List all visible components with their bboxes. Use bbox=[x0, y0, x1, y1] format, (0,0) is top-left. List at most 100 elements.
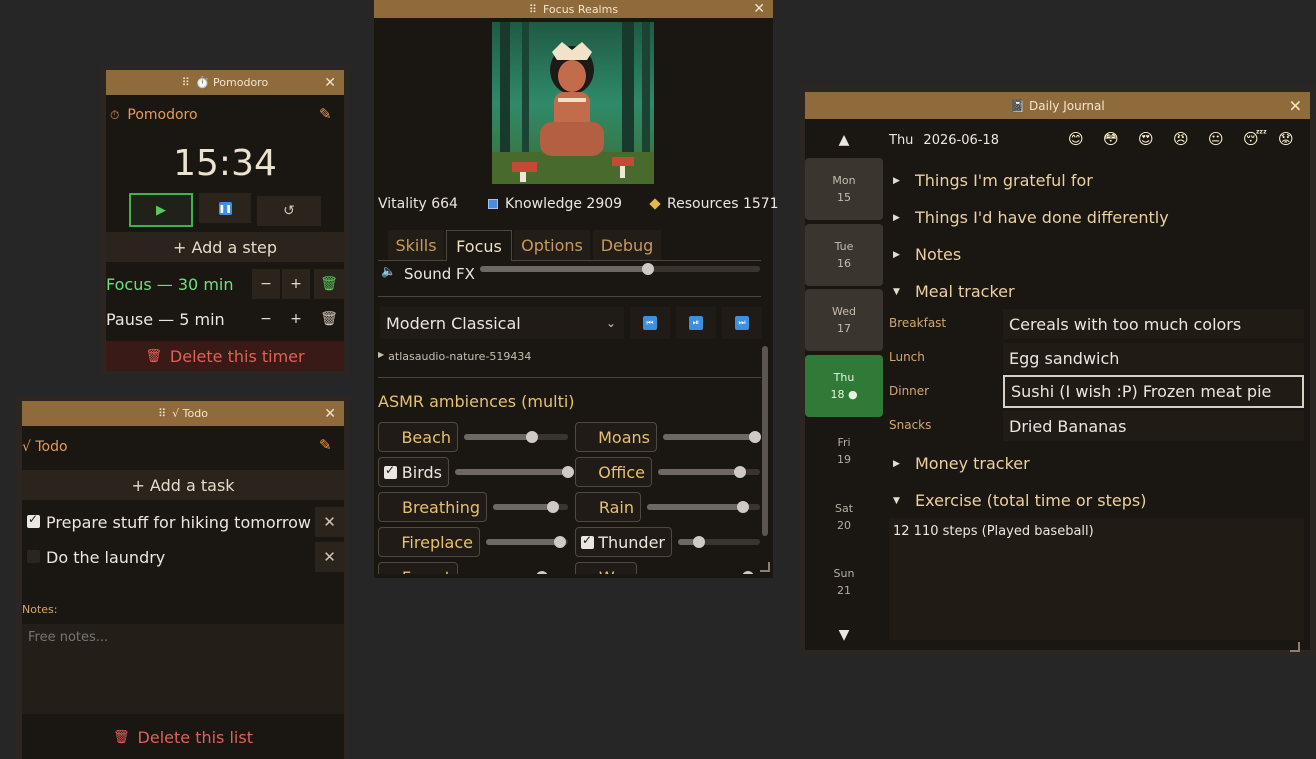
meal-input-breakfast[interactable]: Cereals with too much colors bbox=[1003, 309, 1304, 339]
ambience-slider[interactable] bbox=[658, 466, 760, 478]
todo-titlebar[interactable]: ⠿ √ Todo ✕ bbox=[22, 401, 344, 426]
resize-handle-icon[interactable] bbox=[1290, 642, 1300, 652]
day-button-tue[interactable]: Tue 16 bbox=[805, 223, 883, 286]
drag-grip-icon[interactable]: ⠿ bbox=[182, 76, 190, 89]
remove-task-button[interactable]: ✕ bbox=[315, 507, 344, 537]
slider-knob[interactable] bbox=[742, 571, 755, 574]
day-button-sat[interactable]: Sat 20 bbox=[805, 486, 883, 548]
pomodoro-titlebar[interactable]: ⠿ ⏱️ Pomodoro ✕ bbox=[106, 70, 344, 95]
music-select[interactable]: Modern Classical ⌄ bbox=[380, 307, 624, 339]
ambience-slider[interactable] bbox=[486, 536, 568, 548]
scroll-days-up-button[interactable]: ▲ bbox=[805, 125, 883, 155]
ambience-slider[interactable] bbox=[493, 501, 568, 513]
sound-fx-slider[interactable] bbox=[480, 263, 760, 275]
day-button-thu[interactable]: Thu 18 ● bbox=[805, 354, 883, 417]
drag-grip-icon[interactable]: ⠿ bbox=[158, 407, 166, 420]
ambience-slider[interactable] bbox=[647, 501, 760, 513]
play-pause-button[interactable]: ⏯ bbox=[676, 307, 716, 339]
slider-knob[interactable] bbox=[692, 536, 705, 548]
journal-titlebar[interactable]: 📓 Daily Journal ✕ bbox=[805, 92, 1310, 119]
section-meal[interactable]: ▼ Meal tracker bbox=[893, 282, 1015, 301]
pause-step-delete-button[interactable]: 🗑 bbox=[314, 304, 344, 334]
close-icon[interactable]: ✕ bbox=[1289, 96, 1302, 115]
ambience-checkbox[interactable] bbox=[581, 431, 594, 444]
ambience-slider[interactable] bbox=[663, 431, 762, 443]
tab-options[interactable]: Options bbox=[514, 230, 590, 260]
close-icon[interactable]: ✕ bbox=[753, 1, 765, 17]
delete-timer-button[interactable]: 🗑 Delete this timer bbox=[106, 341, 344, 371]
tab-debug[interactable]: Debug bbox=[593, 230, 661, 260]
close-icon[interactable]: ✕ bbox=[324, 406, 336, 422]
pause-step-plus-button[interactable]: + bbox=[282, 304, 310, 334]
ambience-checkbox[interactable] bbox=[384, 571, 397, 574]
play-button[interactable]: ▶ bbox=[129, 193, 193, 227]
tab-skills[interactable]: Skills bbox=[388, 230, 444, 260]
meal-input-dinner[interactable]: Sushi (I wish :P) Frozen meat pie bbox=[1003, 375, 1304, 408]
ambience-slider[interactable] bbox=[455, 466, 574, 478]
ambience-checkbox[interactable] bbox=[581, 501, 594, 514]
slider-knob[interactable] bbox=[562, 466, 574, 478]
ambience-checkbox[interactable] bbox=[384, 501, 397, 514]
delete-list-button[interactable]: 🗑 Delete this list bbox=[22, 722, 344, 752]
ambience-checkbox[interactable] bbox=[384, 536, 397, 549]
mood-icon[interactable]: 😊 bbox=[1068, 130, 1084, 148]
mood-icon[interactable]: 😐 bbox=[1208, 130, 1224, 148]
slider-knob[interactable] bbox=[642, 263, 654, 275]
previous-track-button[interactable]: ⏮ bbox=[630, 307, 670, 339]
task-checkbox[interactable] bbox=[27, 550, 40, 563]
meal-input-snacks[interactable]: Dried Bananas bbox=[1003, 411, 1304, 441]
ambience-slider[interactable] bbox=[678, 536, 760, 548]
day-button-wed[interactable]: Wed 17 bbox=[805, 289, 883, 351]
ambience-checkbox[interactable] bbox=[384, 431, 397, 444]
ambience-checkbox[interactable] bbox=[581, 533, 594, 549]
section-money[interactable]: ▶ Money tracker bbox=[893, 454, 1030, 473]
remove-task-button[interactable]: ✕ bbox=[315, 542, 344, 572]
edit-pencil-icon[interactable]: ✎ bbox=[319, 105, 332, 123]
slider-knob[interactable] bbox=[536, 571, 548, 574]
pause-button[interactable]: ❚❚ bbox=[199, 193, 251, 223]
ambience-checkbox[interactable] bbox=[581, 466, 594, 479]
section-grateful[interactable]: ▶ Things I'm grateful for bbox=[893, 171, 1093, 190]
mood-icon[interactable]: 😟 bbox=[1278, 130, 1294, 148]
notes-textarea[interactable] bbox=[22, 624, 344, 714]
track-expander[interactable]: ▶ atlasaudio-nature-519434 bbox=[378, 350, 531, 363]
next-track-button[interactable]: ⏭ bbox=[722, 307, 762, 339]
pause-step-minus-button[interactable]: − bbox=[252, 304, 280, 334]
mood-icon[interactable]: 😳 bbox=[1103, 130, 1119, 148]
slider-knob[interactable] bbox=[749, 431, 762, 443]
focus-step-delete-button[interactable]: 🗑 bbox=[314, 269, 344, 299]
focus-step-minus-button[interactable]: − bbox=[252, 269, 280, 299]
section-notes[interactable]: ▶ Notes bbox=[893, 245, 961, 264]
drag-grip-icon[interactable]: ⠿ bbox=[529, 3, 537, 16]
day-button-sun[interactable]: Sun 21 bbox=[805, 551, 883, 613]
close-icon[interactable]: ✕ bbox=[324, 75, 336, 91]
scroll-days-down-button[interactable]: ▼ bbox=[805, 620, 883, 650]
slider-knob[interactable] bbox=[553, 536, 566, 548]
tab-focus[interactable]: Focus bbox=[446, 230, 512, 261]
focus-step-plus-button[interactable]: + bbox=[282, 269, 310, 299]
slider-knob[interactable] bbox=[525, 431, 538, 443]
section-differently[interactable]: ▶ Things I'd have done differently bbox=[893, 208, 1169, 227]
ambience-checkbox[interactable] bbox=[384, 463, 397, 479]
section-exercise[interactable]: ▼ Exercise (total time or steps) bbox=[893, 491, 1146, 510]
reset-button[interactable]: ↺ bbox=[257, 196, 321, 226]
scrollbar-thumb[interactable] bbox=[762, 346, 768, 536]
focus-realms-titlebar[interactable]: ⠿ Focus Realms ✕ bbox=[374, 0, 773, 18]
resize-handle-icon[interactable] bbox=[760, 562, 770, 572]
meal-input-lunch[interactable]: Egg sandwich bbox=[1003, 343, 1304, 373]
mood-icon[interactable]: 😠 bbox=[1173, 130, 1189, 148]
slider-knob[interactable] bbox=[733, 466, 746, 478]
mood-icon[interactable]: 😴 bbox=[1243, 130, 1267, 148]
day-button-fri[interactable]: Fri 19 bbox=[805, 420, 883, 482]
slider-knob[interactable] bbox=[737, 501, 750, 513]
add-task-button[interactable]: + Add a task bbox=[22, 470, 344, 500]
task-checkbox[interactable] bbox=[27, 512, 40, 528]
mood-icon[interactable]: 😍 bbox=[1138, 130, 1154, 148]
ambience-checkbox[interactable] bbox=[581, 571, 594, 574]
exercise-textarea[interactable]: 12 110 steps (Played baseball) bbox=[889, 518, 1304, 640]
add-step-button[interactable]: + Add a step bbox=[106, 232, 344, 262]
slider-knob[interactable] bbox=[547, 501, 559, 513]
day-button-mon[interactable]: Mon 15 bbox=[805, 158, 883, 220]
ambience-slider[interactable] bbox=[464, 431, 568, 443]
edit-pencil-icon[interactable]: ✎ bbox=[319, 436, 332, 454]
